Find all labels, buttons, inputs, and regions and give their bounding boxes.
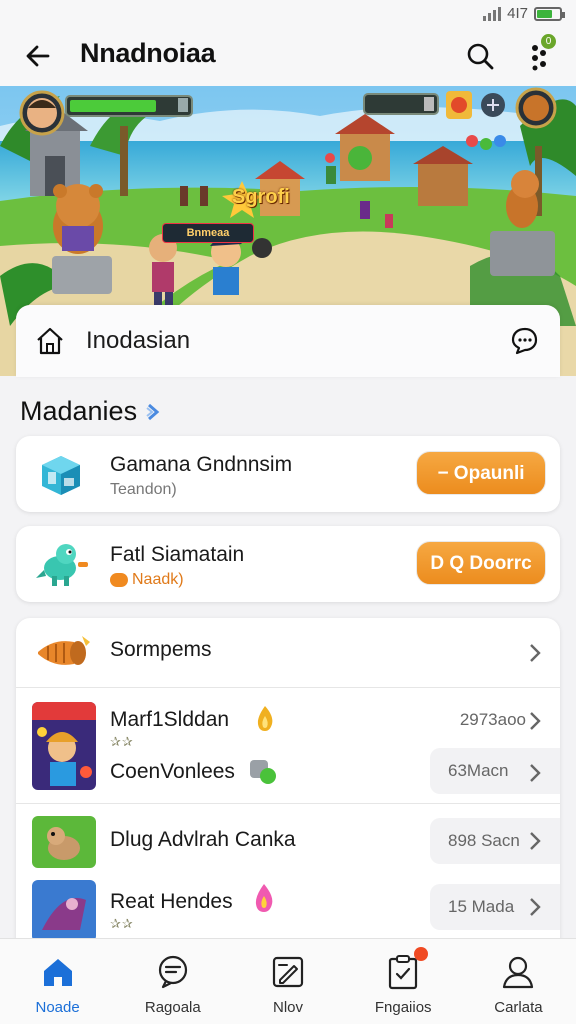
clipboard-check-icon <box>384 947 429 991</box>
status-bar: 4I7 <box>0 0 576 28</box>
nav-label: Ragoala <box>144 999 201 1016</box>
feature-name: Fatl Siamatain <box>110 543 245 566</box>
game-thumbnail <box>32 880 96 942</box>
flame-icon <box>255 884 273 912</box>
signal-icon <box>483 6 502 21</box>
games-list: Sormpems Marf1Slddan ✰✰ 2973aoo CoenVonl… <box>16 618 560 948</box>
chat-bubble-icon <box>154 953 192 991</box>
nav-label: Carlata <box>494 999 543 1016</box>
feature-name: Gamana Gndnnsim <box>110 453 293 476</box>
flame-icon <box>257 706 273 731</box>
notification-badge <box>414 947 429 961</box>
list-item[interactable]: Marf1Slddan ✰✰ 2973aoo CoenVonlees 63Mac… <box>16 688 560 804</box>
chat-icon <box>511 327 538 355</box>
horn-icon <box>34 632 94 674</box>
game-name: Dlug Advlrah Canka <box>110 828 296 851</box>
home-label: Inodasian <box>86 327 191 354</box>
section-title-text: Madanies <box>20 396 138 426</box>
chat-button[interactable] <box>506 323 542 359</box>
back-button[interactable] <box>18 36 58 76</box>
home-bar[interactable]: Inodasian <box>16 305 560 377</box>
home-icon <box>32 323 68 359</box>
nav-profile[interactable]: Carlata <box>461 939 576 1024</box>
nav-label: Nlov <box>273 999 304 1016</box>
nav-messages[interactable]: Ragoala <box>115 939 230 1024</box>
banner-game-title: Sgrofi <box>232 186 290 208</box>
chevron-right-icon <box>146 403 160 420</box>
tag-icon <box>110 573 128 587</box>
battery-icon <box>534 6 565 21</box>
page-title: Nnadnoiaa <box>80 38 216 68</box>
game-thumbnail <box>32 702 96 790</box>
edit-note-icon <box>269 953 307 991</box>
search-icon <box>467 43 494 70</box>
game-name: CoenVonlees <box>110 760 235 783</box>
game-meta-text: 63Macn <box>448 761 509 780</box>
nav-label: Noade <box>35 999 80 1016</box>
nav-new[interactable]: Nlov <box>230 939 345 1024</box>
feature-subtitle-text: Naadk) <box>132 571 184 588</box>
game-meta: 2973aoo <box>459 710 526 729</box>
nav-label: Fngaiios <box>374 999 432 1016</box>
feature-subtitle: Naadk) <box>110 571 184 589</box>
list-item[interactable]: Reat Hendes ✰✰ 15 Mada <box>16 874 560 948</box>
status-text: 4I7 <box>507 5 528 22</box>
app-bar: Nnadnoiaa 0 <box>0 28 576 86</box>
chevron-right-icon <box>530 644 541 662</box>
chevron-right-icon <box>530 898 541 916</box>
feature-card[interactable]: Gamana Gndnnsim Teandon) − Opaunli <box>16 436 560 512</box>
nav-tasks[interactable]: Fngaiios <box>346 939 461 1024</box>
back-arrow-icon <box>26 45 50 67</box>
chevron-right-icon <box>530 832 541 850</box>
dino-icon <box>36 540 88 590</box>
home-filled-icon <box>39 953 77 991</box>
section-title[interactable]: Madanies <box>20 396 163 427</box>
search-button[interactable] <box>460 36 500 76</box>
feature-action-button[interactable]: − Opaunli <box>416 451 546 495</box>
nav-home[interactable]: Noade <box>0 939 115 1024</box>
menu-badge: 0 <box>541 34 556 49</box>
more-menu-button[interactable]: 0 <box>520 34 560 76</box>
feature-card[interactable]: Fatl Siamatain Naadk) D Q Doorrc <box>16 526 560 602</box>
bottom-navigation: Noade Ragoala Nlov Fngaiios Carlata <box>0 938 576 1024</box>
chevron-right-icon <box>530 712 541 730</box>
game-name: Marf1Slddan <box>110 708 230 731</box>
list-header-title: Sormpems <box>110 638 212 661</box>
game-meta-text: 15 Mada <box>448 897 515 916</box>
list-item[interactable]: Dlug Advlrah Canka 898 Sacn <box>16 804 560 868</box>
isometric-cube-icon <box>36 450 86 500</box>
banner-tag: Bnmeaa <box>162 223 254 243</box>
gem-icon <box>250 760 276 784</box>
chevron-right-icon <box>530 764 541 782</box>
feature-subtitle: Teandon) <box>110 481 177 498</box>
game-thumbnail <box>32 816 96 868</box>
star-rating: ✰✰ <box>110 734 134 749</box>
game-meta-text: 898 Sacn <box>448 831 520 850</box>
feature-action-button[interactable]: D Q Doorrc <box>416 541 546 585</box>
game-name: Reat Hendes <box>110 890 233 913</box>
star-rating: ✰✰ <box>110 916 134 931</box>
person-icon <box>499 953 537 991</box>
list-header-row[interactable]: Sormpems <box>16 618 560 688</box>
